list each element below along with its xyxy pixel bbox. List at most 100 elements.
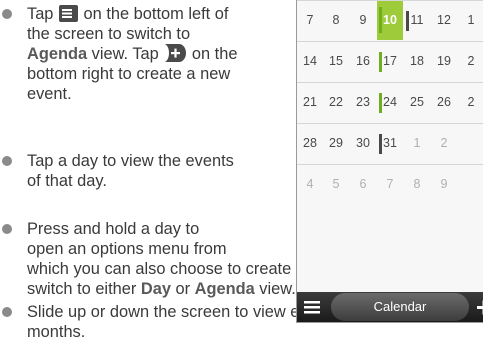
day-number: 19 bbox=[437, 54, 451, 68]
day-number: 14 bbox=[303, 54, 317, 68]
day-number: 2 bbox=[468, 95, 475, 109]
calendar-day[interactable]: 5 bbox=[323, 165, 349, 204]
text-run: bottom right to create a new bbox=[27, 65, 230, 83]
day-number: 31 bbox=[383, 136, 397, 150]
event-indicator bbox=[379, 52, 382, 72]
calendar-day[interactable]: 7 bbox=[377, 165, 403, 204]
day-number: 21 bbox=[303, 95, 317, 109]
calendar-day[interactable]: 24 bbox=[377, 83, 403, 122]
day-number: 10 bbox=[383, 13, 397, 27]
day-number: 8 bbox=[333, 13, 340, 27]
bullet-line: the screen to switch to bbox=[27, 24, 190, 44]
bullet-line: bottom right to create a new bbox=[27, 64, 230, 84]
calendar-day[interactable]: 7 bbox=[297, 1, 323, 40]
calendar-day[interactable]: 14 bbox=[297, 42, 323, 81]
calendar-day[interactable] bbox=[458, 124, 483, 163]
calendar-day[interactable]: 19 bbox=[431, 42, 457, 81]
day-number: 7 bbox=[307, 13, 314, 27]
bold-term: Agenda bbox=[195, 280, 255, 298]
calendar-day[interactable]: 30 bbox=[350, 124, 376, 163]
day-number: 1 bbox=[468, 13, 475, 27]
day-number: 4 bbox=[307, 177, 314, 191]
event-indicator bbox=[379, 7, 382, 33]
day-number: 2 bbox=[468, 54, 475, 68]
calendar-day[interactable]: 26 bbox=[431, 83, 457, 122]
calendar-day[interactable]: 18 bbox=[404, 42, 430, 81]
day-number: 6 bbox=[360, 177, 367, 191]
event-indicator bbox=[379, 134, 382, 154]
day-number: 2 bbox=[441, 136, 448, 150]
text-run: Press and hold a day to bbox=[27, 220, 199, 238]
calendar-day[interactable]: 16 bbox=[350, 42, 376, 81]
calendar-bottom-bar: Calendar bbox=[297, 292, 483, 322]
bullet-dot bbox=[2, 307, 12, 317]
bullet-dot bbox=[2, 9, 12, 19]
bullet-dot bbox=[2, 224, 12, 234]
calendar-title: Calendar bbox=[331, 293, 469, 321]
calendar-day[interactable]: 8 bbox=[323, 1, 349, 40]
calendar-day[interactable]: 6 bbox=[350, 165, 376, 204]
day-number: 15 bbox=[329, 54, 343, 68]
calendar-week-row: 7 8 9 10 11 12 1 bbox=[297, 0, 483, 40]
calendar-day[interactable]: 4 bbox=[297, 165, 323, 204]
bold-term: Agenda bbox=[27, 45, 87, 63]
calendar-day[interactable]: 2 bbox=[458, 42, 483, 81]
bullet-dot bbox=[2, 156, 12, 166]
calendar-day[interactable]: 21 bbox=[297, 83, 323, 122]
calendar-day[interactable]: 9 bbox=[350, 1, 376, 40]
calendar-week-row: 21 22 23 24 25 26 2 bbox=[297, 82, 483, 122]
calendar-day[interactable] bbox=[458, 165, 483, 204]
bullet-line: event. bbox=[27, 84, 72, 104]
calendar-screenshot: 7891011121141516171819221222324252622829… bbox=[296, 0, 483, 323]
bold-term: Day bbox=[141, 280, 171, 298]
calendar-day[interactable]: 11 bbox=[404, 1, 430, 40]
calendar-day[interactable]: 23 bbox=[350, 83, 376, 122]
calendar-day[interactable]: 1 bbox=[404, 124, 430, 163]
text-run: on the bbox=[187, 45, 237, 63]
event-indicator bbox=[406, 11, 409, 31]
calendar-day[interactable]: 9 bbox=[431, 165, 457, 204]
day-number: 29 bbox=[329, 136, 343, 150]
event-indicator bbox=[379, 93, 382, 113]
calendar-week-row: 45678 9 bbox=[297, 164, 483, 204]
calendar-day[interactable]: 25 bbox=[404, 83, 430, 122]
bullet-line: switch to either Day or Agenda view. bbox=[27, 279, 296, 299]
calendar-day[interactable]: 15 bbox=[323, 42, 349, 81]
bullet-line: Tap a day to view the events bbox=[27, 151, 234, 171]
plus-icon[interactable] bbox=[473, 292, 483, 322]
day-number: 17 bbox=[383, 54, 397, 68]
day-number: 25 bbox=[410, 95, 424, 109]
calendar-day[interactable]: 8 bbox=[404, 165, 430, 204]
text-run: open an options menu from bbox=[27, 240, 227, 258]
day-number: 23 bbox=[356, 95, 370, 109]
calendar-day[interactable]: 1 bbox=[458, 1, 483, 40]
text-run: the screen to switch to bbox=[27, 25, 190, 43]
day-number: 1 bbox=[414, 136, 421, 150]
calendar-day[interactable]: 12 bbox=[431, 1, 457, 40]
day-number: 18 bbox=[410, 54, 424, 68]
text-run: months. bbox=[27, 323, 85, 341]
day-number: 28 bbox=[303, 136, 317, 150]
calendar-day[interactable]: 31 bbox=[377, 124, 403, 163]
calendar-day[interactable]: 2 bbox=[458, 83, 483, 122]
calendar-week-row: 14 15 16 17 18 19 2 bbox=[297, 41, 483, 81]
calendar-day[interactable]: 28 bbox=[297, 124, 323, 163]
day-number: 26 bbox=[437, 95, 451, 109]
menu-icon[interactable] bbox=[297, 292, 331, 322]
day-number: 11 bbox=[411, 13, 424, 27]
text-run: view. Tap bbox=[87, 45, 163, 63]
day-number: 9 bbox=[441, 177, 448, 191]
text-run: view. bbox=[255, 280, 296, 298]
text-run: of that day. bbox=[27, 172, 107, 190]
calendar-day[interactable]: 2 bbox=[431, 124, 457, 163]
day-number: 8 bbox=[414, 177, 421, 191]
calendar-day[interactable]: 22 bbox=[323, 83, 349, 122]
calendar-day[interactable]: 29 bbox=[323, 124, 349, 163]
calendar-day-today[interactable]: 10 bbox=[377, 1, 403, 40]
day-number: 9 bbox=[360, 13, 367, 27]
text-run: event. bbox=[27, 85, 72, 103]
calendar-day[interactable]: 17 bbox=[377, 42, 403, 81]
day-number: 30 bbox=[356, 136, 370, 150]
bullet-line: months. bbox=[27, 322, 85, 342]
day-number: 24 bbox=[383, 95, 397, 109]
